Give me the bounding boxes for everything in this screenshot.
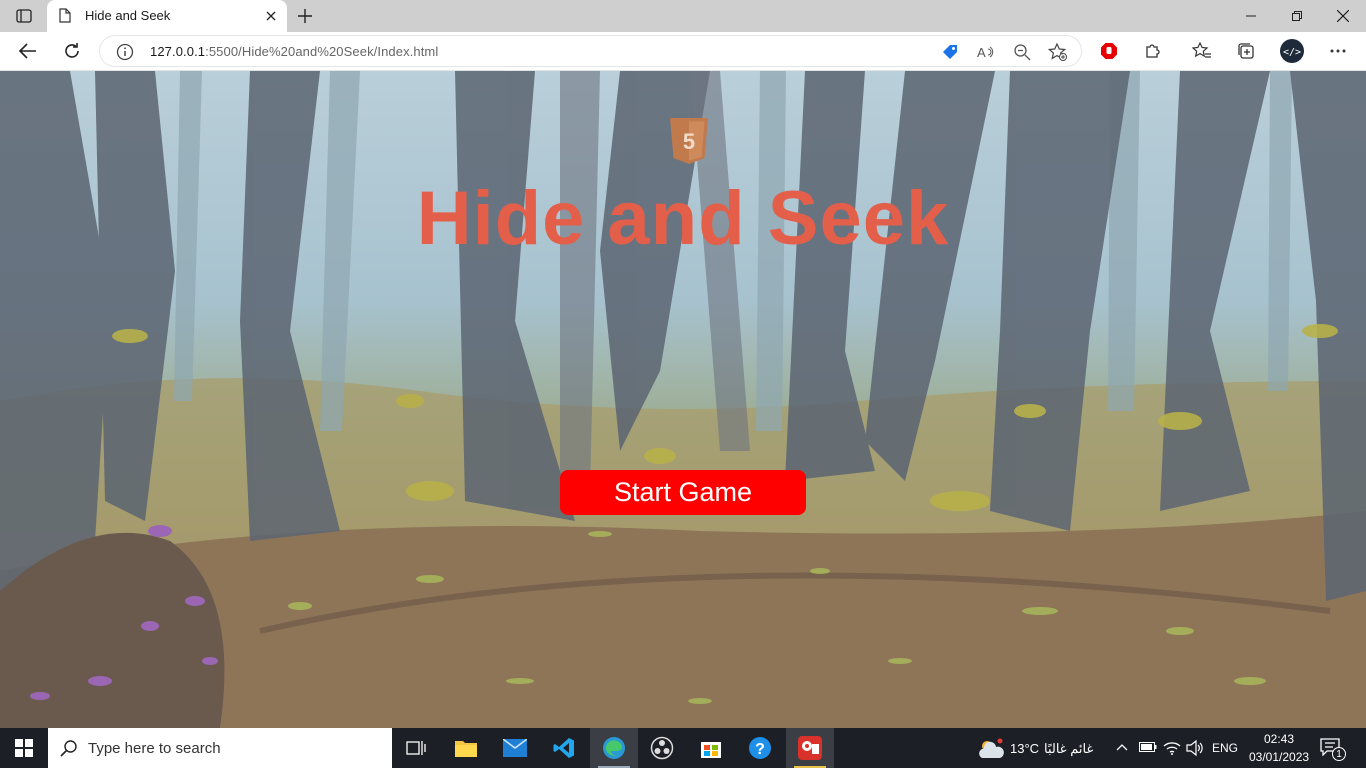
forest-background bbox=[0, 71, 1366, 728]
html5-logo: 5 bbox=[670, 118, 708, 164]
task-view-button[interactable] bbox=[392, 728, 440, 768]
collections-button[interactable] bbox=[1230, 36, 1262, 66]
puzzle-icon bbox=[1146, 44, 1160, 58]
vscode-button[interactable] bbox=[540, 728, 588, 768]
profile-button[interactable]: </> bbox=[1276, 36, 1308, 66]
weather-temperature[interactable]: 13°C bbox=[1010, 741, 1039, 756]
refresh-button[interactable] bbox=[56, 36, 88, 66]
file-explorer-button[interactable] bbox=[442, 728, 490, 768]
minimize-icon bbox=[1246, 15, 1256, 17]
read-aloud-icon[interactable]: A bbox=[976, 42, 996, 62]
refresh-icon bbox=[65, 43, 79, 58]
back-button[interactable] bbox=[12, 36, 44, 66]
address-bar[interactable]: 127.0.0.1:5500/Hide%20and%20Seek/Index.h… bbox=[99, 35, 1082, 67]
wifi-icon[interactable] bbox=[1163, 740, 1181, 756]
clock-time[interactable]: 02:43 bbox=[1264, 732, 1294, 746]
battery-icon[interactable] bbox=[1139, 741, 1157, 753]
site-info-icon[interactable] bbox=[116, 43, 134, 66]
adblock-extension-button[interactable] bbox=[1093, 36, 1125, 66]
restore-icon bbox=[1292, 11, 1302, 21]
favorites-button[interactable] bbox=[1186, 36, 1218, 66]
mail-icon bbox=[503, 739, 527, 757]
start-game-button[interactable]: Start Game bbox=[560, 470, 806, 515]
tab-bar: Hide and Seek bbox=[0, 0, 1366, 32]
settings-more-button[interactable] bbox=[1322, 36, 1354, 66]
recorder-app-button[interactable] bbox=[786, 728, 834, 768]
task-view-icon bbox=[406, 741, 426, 755]
html5-logo-digit: 5 bbox=[683, 129, 695, 154]
mail-button[interactable] bbox=[491, 728, 539, 768]
help-button[interactable]: ? bbox=[736, 728, 784, 768]
vscode-icon bbox=[553, 738, 574, 758]
chevron-up-icon[interactable] bbox=[1116, 742, 1128, 752]
zoom-out-icon[interactable] bbox=[1012, 42, 1032, 62]
start-button[interactable] bbox=[0, 728, 48, 768]
url-text[interactable]: 127.0.0.1:5500/Hide%20and%20Seek/Index.h… bbox=[150, 44, 438, 59]
clock-date[interactable]: 03/01/2023 bbox=[1249, 750, 1309, 764]
weather-cloudy-icon[interactable] bbox=[976, 738, 1004, 760]
windows-logo-icon bbox=[15, 739, 33, 757]
active-tab[interactable]: Hide and Seek bbox=[47, 0, 287, 32]
more-dots-icon bbox=[1330, 49, 1346, 53]
page-icon bbox=[59, 8, 71, 28]
url-path: :5500/Hide%20and%20Seek/Index.html bbox=[205, 44, 439, 59]
recorder-app-icon bbox=[798, 736, 822, 760]
shopping-tag-icon[interactable] bbox=[940, 42, 960, 62]
tab-actions-icon bbox=[16, 9, 32, 23]
svg-text:?: ? bbox=[755, 741, 765, 758]
taskbar-search-box[interactable]: Type here to search bbox=[48, 728, 392, 768]
tab-title: Hide and Seek bbox=[85, 8, 171, 23]
volume-icon[interactable] bbox=[1186, 740, 1204, 756]
help-icon: ? bbox=[749, 737, 771, 759]
obs-button[interactable] bbox=[638, 728, 686, 768]
tab-actions-button[interactable] bbox=[8, 4, 40, 28]
language-indicator[interactable]: ENG bbox=[1212, 741, 1238, 755]
favorites-icon bbox=[1192, 42, 1211, 58]
store-button[interactable] bbox=[687, 728, 735, 768]
notifications-button[interactable]: 1 bbox=[1320, 738, 1346, 761]
windows-taskbar: Type here to search ? 13°C غائم غالبًا E… bbox=[0, 728, 1366, 768]
tab-close-icon[interactable] bbox=[263, 8, 279, 24]
obs-icon bbox=[650, 736, 674, 760]
extensions-button[interactable] bbox=[1137, 36, 1169, 66]
stop-hand-icon bbox=[1101, 43, 1117, 59]
search-icon bbox=[60, 739, 78, 762]
plus-icon bbox=[298, 9, 312, 23]
svg-text:A: A bbox=[977, 45, 986, 60]
edge-button[interactable] bbox=[590, 728, 638, 768]
weather-description[interactable]: غائم غالبًا bbox=[1044, 741, 1093, 757]
url-host: 127.0.0.1 bbox=[150, 44, 206, 59]
page-title: Hide and Seek bbox=[416, 176, 950, 261]
collections-icon bbox=[1238, 43, 1254, 59]
store-icon bbox=[701, 742, 721, 758]
restore-button[interactable] bbox=[1274, 0, 1320, 32]
folder-icon bbox=[455, 741, 477, 757]
browser-toolbar: 127.0.0.1:5500/Hide%20and%20Seek/Index.h… bbox=[0, 32, 1366, 71]
close-icon bbox=[1337, 10, 1349, 22]
notification-count-badge: 1 bbox=[1332, 747, 1346, 761]
back-arrow-icon bbox=[19, 43, 36, 59]
close-window-button[interactable] bbox=[1320, 0, 1366, 32]
avatar: </> bbox=[1280, 39, 1304, 63]
new-tab-button[interactable] bbox=[292, 4, 318, 28]
svg-text:</>: </> bbox=[1283, 47, 1301, 58]
minimize-button[interactable] bbox=[1228, 0, 1274, 32]
edge-icon bbox=[603, 737, 625, 759]
search-placeholder: Type here to search bbox=[88, 740, 221, 757]
add-favorite-icon[interactable] bbox=[1048, 42, 1068, 62]
page-viewport: 5 Hide and Seek Start Game bbox=[0, 71, 1366, 728]
